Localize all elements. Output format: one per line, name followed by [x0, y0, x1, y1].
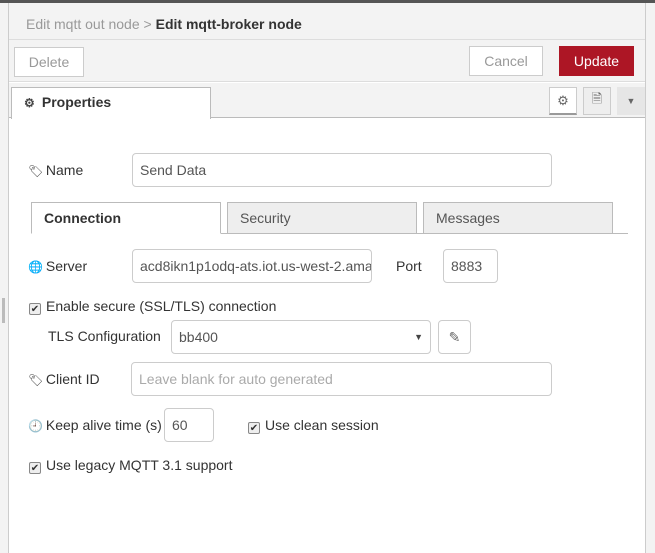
tab-connection[interactable]: Connection	[31, 202, 221, 234]
keepalive-input[interactable]: 60	[164, 408, 214, 442]
node-properties-icon-button[interactable]: ⚙	[549, 87, 577, 115]
client-id-label: 🏷 Client ID	[28, 371, 100, 387]
more-dropdown-button[interactable]: ▼	[617, 87, 645, 115]
tabs-divider	[221, 233, 628, 234]
pencil-icon: ✎	[448, 328, 461, 345]
description-icon-button[interactable]: 🗎	[583, 87, 611, 115]
label-text: Enable secure (SSL/TLS) connection	[46, 298, 277, 314]
gear-icon: ⚙	[557, 92, 569, 108]
breadcrumb-parent[interactable]: Edit mqtt out node	[26, 16, 140, 32]
edit-tls-config-button[interactable]: ✎	[438, 320, 471, 354]
tray-header: Edit mqtt out node > Edit mqtt-broker no…	[9, 3, 645, 40]
tls-config-select[interactable]: bb400 ▼	[171, 320, 431, 354]
tab-properties[interactable]: ⚙ Properties	[11, 87, 211, 119]
document-icon: 🗎	[591, 91, 603, 106]
clock-icon: 🕘	[28, 419, 43, 433]
tab-label: Properties	[41, 94, 112, 110]
label-text: Server	[45, 258, 88, 274]
legacy-checkbox[interactable]: ✔	[29, 462, 41, 474]
resize-handle[interactable]	[2, 298, 5, 323]
cancel-button[interactable]: Cancel	[469, 46, 543, 76]
globe-icon: 🌐	[28, 260, 43, 274]
tls-enable-row: ✔ Enable secure (SSL/TLS) connection	[29, 298, 276, 315]
legacy-row: ✔ Use legacy MQTT 3.1 support	[29, 457, 232, 474]
update-button[interactable]: Update	[559, 46, 634, 76]
delete-button[interactable]: Delete	[14, 47, 84, 77]
tab-security[interactable]: Security	[227, 202, 417, 234]
keepalive-label: 🕘 Keep alive time (s)	[28, 417, 162, 433]
page-title: Edit mqtt-broker node	[155, 16, 302, 32]
selected-value: bb400	[179, 329, 218, 345]
name-label: 🏷 Name	[28, 162, 83, 178]
name-input[interactable]: Send Data	[132, 153, 552, 187]
caret-down-icon: ▼	[626, 96, 636, 106]
tls-enable-checkbox[interactable]: ✔	[29, 303, 41, 315]
clean-session-row: ✔ Use clean session	[248, 417, 379, 434]
tag-icon: 🏷	[28, 373, 44, 387]
tag-icon: 🏷	[28, 164, 44, 178]
client-id-input[interactable]: Leave blank for auto generated	[131, 362, 552, 396]
tls-config-label: TLS Configuration	[48, 328, 161, 344]
breadcrumb: Edit mqtt out node > Edit mqtt-broker no…	[26, 16, 302, 32]
button-bar	[9, 40, 645, 82]
label-text: Client ID	[45, 371, 100, 387]
server-label: 🌐 Server	[28, 258, 87, 274]
caret-down-icon: ▼	[414, 332, 423, 342]
clean-session-checkbox[interactable]: ✔	[248, 422, 260, 434]
label-text: Name	[45, 162, 84, 178]
gear-icon: ⚙	[24, 96, 35, 110]
label-text: Keep alive time (s)	[45, 417, 162, 433]
label-text: Use clean session	[265, 417, 379, 433]
server-input[interactable]: acd8ikn1p1odq-ats.iot.us-west-2.amazonaw…	[132, 249, 372, 283]
label-text: Use legacy MQTT 3.1 support	[46, 457, 233, 473]
port-label: Port	[396, 258, 422, 274]
tab-messages[interactable]: Messages	[423, 202, 613, 234]
port-input[interactable]: 8883	[443, 249, 498, 283]
breadcrumb-separator: >	[143, 16, 152, 32]
